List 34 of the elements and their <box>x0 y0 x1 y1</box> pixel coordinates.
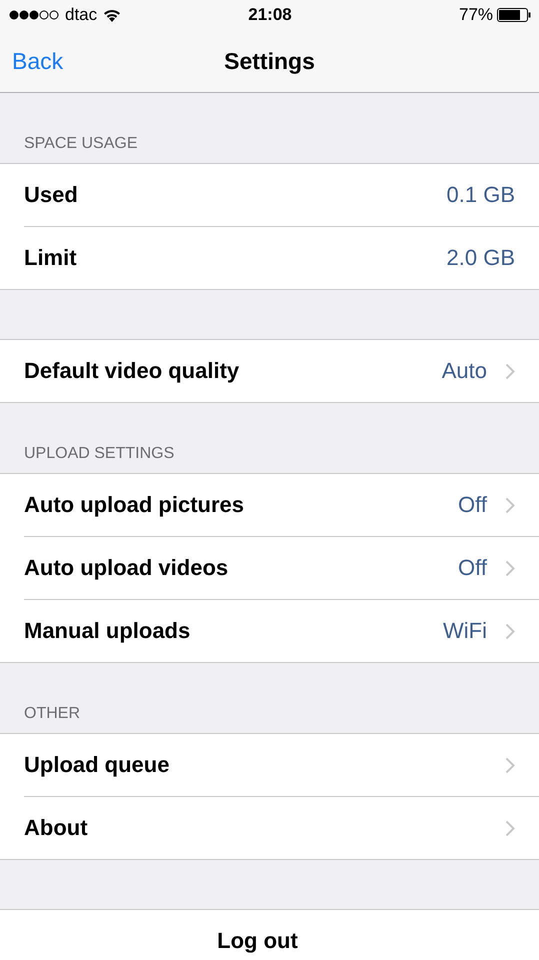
settings-row[interactable]: About <box>24 797 539 859</box>
row-label: Default video quality <box>24 358 240 384</box>
chevron-icon <box>505 362 515 380</box>
row-value: 0.1 GB <box>446 182 515 208</box>
log-out-button[interactable]: Log out <box>217 928 298 953</box>
chevron-icon <box>505 756 515 774</box>
row-label: Manual uploads <box>24 618 192 644</box>
row-label: About <box>24 815 89 841</box>
chevron-icon <box>505 496 515 514</box>
back-button[interactable]: Back <box>0 48 64 74</box>
row-label: Used <box>24 182 79 208</box>
row-value: Off <box>458 492 487 518</box>
row-label: Upload queue <box>24 752 170 778</box>
battery-icon <box>497 8 532 22</box>
row-label: Auto upload videos <box>24 555 230 581</box>
row-value: Off <box>458 555 487 581</box>
row-value: 2.0 GB <box>446 245 515 271</box>
chevron-icon <box>505 560 515 576</box>
carrier-name: dtac <box>65 5 98 25</box>
chevron-icon <box>505 622 515 640</box>
section-header: OTHER <box>24 705 80 723</box>
row-value: Auto <box>442 358 487 384</box>
settings-row[interactable]: Manual uploads WiFi <box>24 600 539 662</box>
signal-icon <box>9 10 59 20</box>
row-label: Auto upload pictures <box>24 492 245 518</box>
section-header: SPACE USAGE <box>24 135 138 153</box>
chevron-icon <box>505 820 515 836</box>
section-header: UPLOAD SETTINGS <box>24 445 174 463</box>
clock-time: 21:08 <box>248 5 292 25</box>
wifi-icon <box>103 8 122 22</box>
battery-percentage: 77% <box>458 5 494 25</box>
row-label: Limit <box>24 245 78 271</box>
screen-title: Settings <box>224 48 315 74</box>
row-value: WiFi <box>443 618 487 644</box>
